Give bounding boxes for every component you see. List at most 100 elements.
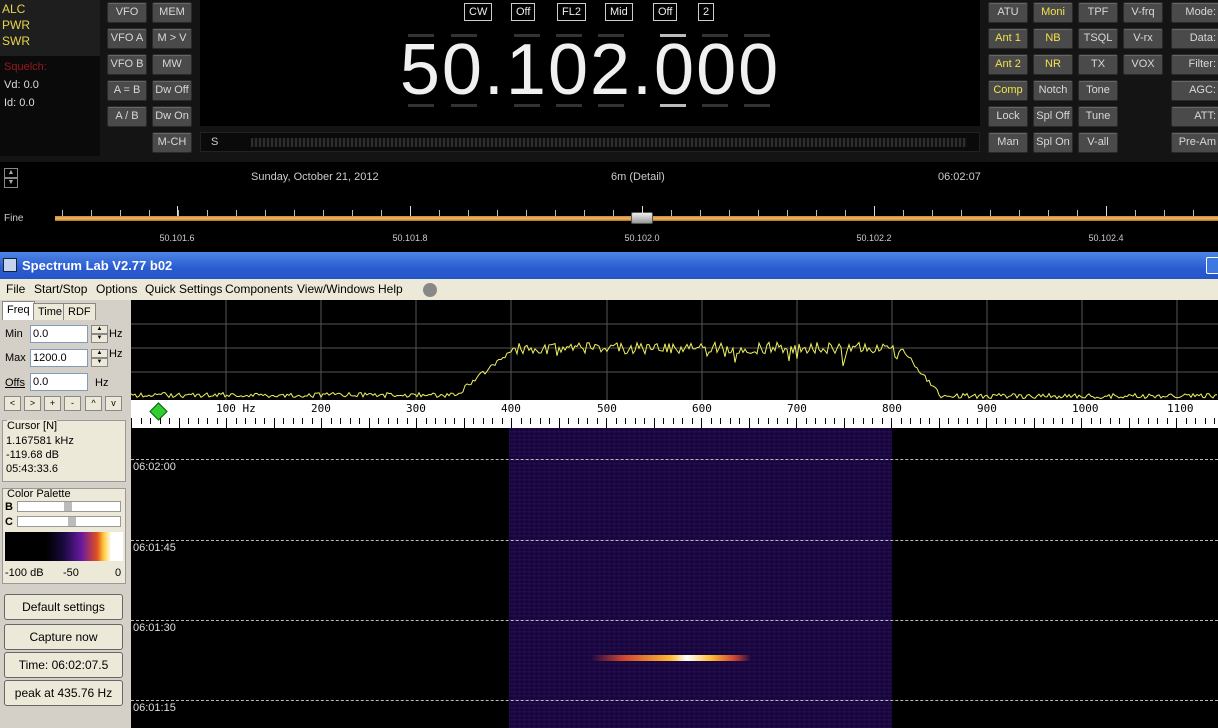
- radio-setting-filter-[interactable]: Filter:: [1171, 54, 1218, 75]
- scale-label: 400: [501, 402, 521, 415]
- radio-button-tx[interactable]: TX: [1078, 54, 1118, 75]
- m-to-v-button[interactable]: M > V: [152, 28, 192, 49]
- minor-tick: [903, 210, 904, 216]
- major-tick: [177, 206, 178, 216]
- mw-button[interactable]: MW: [152, 54, 192, 75]
- menu-options[interactable]: Options: [96, 279, 137, 300]
- radio-setting-data-[interactable]: Data:: [1171, 28, 1218, 49]
- radio-button-spl-off[interactable]: Spl Off: [1033, 106, 1073, 127]
- minimize-icon[interactable]: [1206, 257, 1218, 274]
- scale-tick: [1195, 418, 1196, 424]
- menu-quick-settings[interactable]: Quick Settings: [145, 279, 222, 300]
- max-down-icon[interactable]: ▼: [91, 358, 108, 367]
- radio-button-vox[interactable]: VOX: [1123, 54, 1163, 75]
- radio-button-v-frq[interactable]: V-frq: [1123, 2, 1163, 23]
- menu-start-stop[interactable]: Start/Stop: [34, 279, 87, 300]
- radio-button-notch[interactable]: Notch: [1033, 80, 1073, 101]
- radio-button-atu[interactable]: ATU: [988, 2, 1028, 23]
- scale-tick: [729, 418, 731, 424]
- zoom-out-button[interactable]: -: [64, 396, 81, 411]
- mode-tag[interactable]: CW: [464, 3, 493, 21]
- radio-setting-att-[interactable]: ATT:: [1171, 106, 1218, 127]
- radio-button-man[interactable]: Man: [988, 132, 1028, 153]
- mem-button[interactable]: MEM: [152, 2, 192, 23]
- radio-button-tpf[interactable]: TPF: [1078, 2, 1118, 23]
- up-button[interactable]: ^: [85, 396, 102, 411]
- tag-off-2[interactable]: Off: [653, 3, 678, 21]
- radio-button-tone[interactable]: Tone: [1078, 80, 1118, 101]
- radio-button-v-rx[interactable]: V-rx: [1123, 28, 1163, 49]
- dw-on-button[interactable]: Dw On: [152, 106, 192, 127]
- tag-mid[interactable]: Mid: [605, 3, 633, 21]
- max-up-icon[interactable]: ▲: [91, 349, 108, 358]
- capture-now-button[interactable]: Capture now: [4, 624, 123, 650]
- radio-button-lock[interactable]: Lock: [988, 106, 1028, 127]
- radio-button-tsql[interactable]: TSQL: [1078, 28, 1118, 49]
- scale-tick: [150, 418, 151, 424]
- vfo-button[interactable]: VFO: [107, 2, 147, 23]
- peak-display-button[interactable]: peak at 435.76 Hz: [4, 680, 123, 706]
- scale-tick: [216, 418, 218, 424]
- min-up-icon[interactable]: ▲: [91, 325, 108, 334]
- spectrum-graph[interactable]: [131, 300, 1218, 400]
- down-button[interactable]: v: [105, 396, 122, 411]
- waterfall[interactable]: 06:02:00 06:01:45 06:01:30 06:01:15: [131, 428, 1218, 728]
- offs-field[interactable]: 0.0: [30, 373, 88, 391]
- frequency-scale[interactable]: 100 Hz 200 300 400 500 600 700 800 900 1000 1100: [131, 400, 1218, 428]
- menu-file[interactable]: File: [6, 279, 25, 300]
- scale-tick: [387, 418, 389, 424]
- time-label: 06:02:00: [133, 461, 176, 473]
- title-bar[interactable]: Spectrum Lab V2.77 b02: [0, 252, 1218, 279]
- up-arrow-icon[interactable]: ▲: [4, 168, 18, 178]
- radio-button-ant-1[interactable]: Ant 1: [988, 28, 1028, 49]
- vfo-a-button[interactable]: VFO A: [107, 28, 147, 49]
- marker-diamond-icon[interactable]: [149, 402, 168, 421]
- palette-min: -100 dB: [5, 567, 44, 579]
- zoom-in-button[interactable]: +: [44, 396, 61, 411]
- tag-2[interactable]: 2: [698, 3, 715, 21]
- m-ch-button[interactable]: M-CH: [152, 132, 192, 153]
- radio-button-nb[interactable]: NB: [1033, 28, 1073, 49]
- scale-tick: [634, 418, 636, 424]
- max-field[interactable]: 1200.0: [30, 349, 88, 367]
- tag-off-1[interactable]: Off: [511, 3, 536, 21]
- menu-help[interactable]: Help: [378, 279, 403, 300]
- scroll-right-button[interactable]: >: [24, 396, 41, 411]
- scale-tick: [539, 418, 541, 424]
- menu-components[interactable]: Components: [225, 279, 293, 300]
- contrast-slider[interactable]: [17, 516, 121, 527]
- brightness-slider[interactable]: [17, 501, 121, 512]
- tab-freq[interactable]: Freq: [2, 301, 35, 320]
- status-dot-icon: [423, 283, 437, 297]
- radio-button-tune[interactable]: Tune: [1078, 106, 1118, 127]
- spectrum-display[interactable]: 100 Hz 200 300 400 500 600 700 800 900 1000 1100 0…: [131, 300, 1218, 728]
- menu-view-windows[interactable]: View/Windows: [297, 279, 375, 300]
- vfo-b-button[interactable]: VFO B: [107, 54, 147, 75]
- minor-tick: [178, 210, 179, 216]
- scroll-left-button[interactable]: <: [4, 396, 21, 411]
- radio-button-ant-2[interactable]: Ant 2: [988, 54, 1028, 75]
- scale-label: 100 Hz: [216, 402, 256, 415]
- main-frequency[interactable]: 50.102.000: [200, 28, 980, 112]
- dw-off-button[interactable]: Dw Off: [152, 80, 192, 101]
- radio-button-v-all[interactable]: V-all: [1078, 132, 1118, 153]
- time-display-button[interactable]: Time: 06:02:07.5: [4, 652, 123, 678]
- down-arrow-icon[interactable]: ▼: [4, 178, 18, 188]
- radio-button-moni[interactable]: Moni: [1033, 2, 1073, 23]
- min-down-icon[interactable]: ▼: [91, 334, 108, 343]
- radio-setting-mode-[interactable]: Mode:: [1171, 2, 1218, 23]
- default-settings-button[interactable]: Default settings: [4, 594, 123, 620]
- a-b-swap-button[interactable]: A / B: [107, 106, 147, 127]
- radio-setting-pre-am[interactable]: Pre-Am: [1171, 132, 1218, 153]
- radio-button-nr[interactable]: NR: [1033, 54, 1073, 75]
- minor-tick: [526, 210, 527, 216]
- scale-tick: [378, 418, 379, 424]
- radio-button-comp[interactable]: Comp: [988, 80, 1028, 101]
- radio-setting-agc-[interactable]: AGC:: [1171, 80, 1218, 101]
- tab-time[interactable]: Time: [33, 303, 68, 320]
- filter-tag[interactable]: FL2: [557, 3, 586, 21]
- tab-rdf[interactable]: RDF: [63, 303, 96, 320]
- a-equals-b-button[interactable]: A = B: [107, 80, 147, 101]
- min-field[interactable]: 0.0: [30, 325, 88, 343]
- radio-button-spl-on[interactable]: Spl On: [1033, 132, 1073, 153]
